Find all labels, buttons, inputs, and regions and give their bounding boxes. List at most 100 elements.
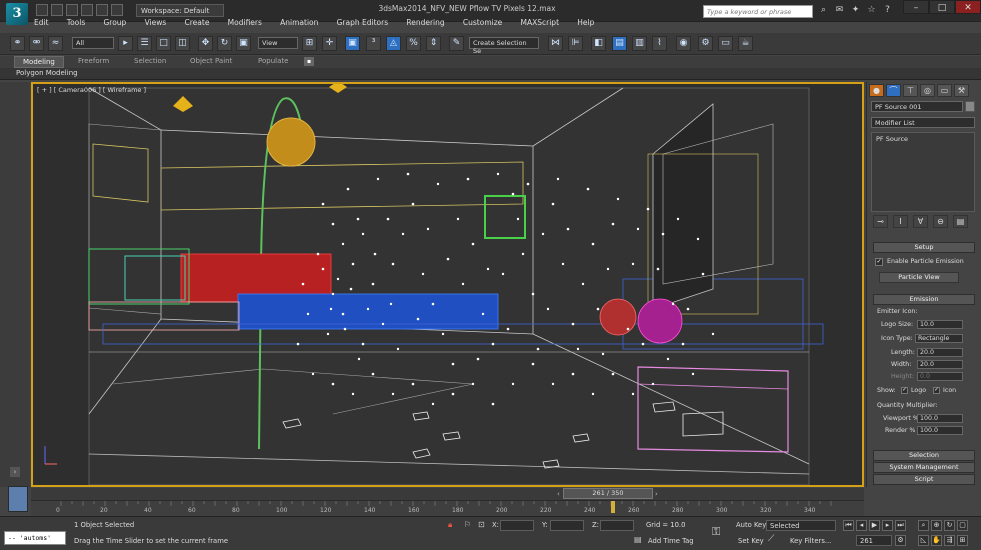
next-frame-icon[interactable]: ▸ <box>882 520 893 531</box>
menu-tools[interactable]: Tools <box>67 18 85 27</box>
menu-graph-editors[interactable]: Graph Editors <box>337 18 389 27</box>
menu-animation[interactable]: Animation <box>280 18 318 27</box>
mirror-icon[interactable]: ⋈ <box>548 36 563 51</box>
set-key-button[interactable]: Set Key <box>738 537 764 545</box>
render-pct-input[interactable]: 100.0 <box>917 426 963 435</box>
object-color-swatch[interactable] <box>965 101 975 112</box>
track-bar[interactable]: 0 20 40 60 80 100 120 140 160 180 200 220 240 260 280 3… <box>31 500 864 516</box>
menu-maxscript[interactable]: MAXScript <box>521 18 560 27</box>
undo-icon[interactable] <box>81 4 93 16</box>
tab-populate[interactable]: Populate <box>250 56 296 68</box>
zoom-all-icon[interactable]: ⊕ <box>931 520 942 531</box>
pivot-center-icon[interactable]: ⊞ <box>302 36 317 51</box>
rollout-system-management[interactable]: System Management <box>873 462 975 473</box>
ribbon-minimize-icon[interactable]: ▪ <box>304 57 314 66</box>
close-button[interactable]: ✕ <box>955 0 981 14</box>
remove-modifier-icon[interactable]: ⊖ <box>933 215 948 228</box>
render-setup-icon[interactable]: ⚙ <box>698 36 713 51</box>
angle-snap-icon[interactable]: ◬ <box>386 36 401 51</box>
project-folder-icon[interactable] <box>111 4 123 16</box>
z-coord-input[interactable] <box>600 520 634 531</box>
select-manipulate-icon[interactable]: ✛ <box>322 36 337 51</box>
material-editor-icon[interactable]: ◉ <box>676 36 691 51</box>
edit-named-selection-icon[interactable]: ✎ <box>449 36 464 51</box>
height-input[interactable]: 0.0 <box>917 372 963 381</box>
save-file-icon[interactable] <box>66 4 78 16</box>
open-file-icon[interactable] <box>51 4 63 16</box>
default-tangent-icon[interactable]: ⟋ <box>768 534 774 544</box>
make-unique-icon[interactable]: ∀ <box>913 215 928 228</box>
goto-end-icon[interactable]: ⏭ <box>895 520 906 531</box>
favorites-icon[interactable]: ☆ <box>866 5 877 16</box>
polygon-modeling-panel[interactable]: Polygon Modeling <box>16 69 78 77</box>
tab-object-paint[interactable]: Object Paint <box>182 56 240 68</box>
named-selection-dropdown[interactable]: Create Selection Se <box>469 37 539 55</box>
stack-item-pf-source[interactable]: PF Source <box>872 133 974 145</box>
maximize-viewport-icon[interactable]: ▢ <box>957 520 968 531</box>
auto-key-button[interactable]: Auto Key <box>736 521 766 529</box>
rotate-icon[interactable]: ↻ <box>217 36 232 51</box>
particle-view-button[interactable]: Particle View <box>879 272 959 283</box>
menu-edit[interactable]: Edit <box>34 18 49 27</box>
orbit-icon[interactable]: ↻ <box>944 520 955 531</box>
select-by-name-icon[interactable]: ☰ <box>137 36 152 51</box>
time-tag-icon[interactable]: ▤ <box>634 535 642 544</box>
maximize-button[interactable]: □ <box>929 0 955 14</box>
walk-through-icon[interactable]: ⇶ <box>944 535 955 546</box>
unlink-icon[interactable]: ⚮ <box>29 36 44 51</box>
current-frame-input[interactable]: 261 <box>856 535 892 546</box>
mini-curve-editor-icon[interactable] <box>8 486 28 512</box>
modify-panel-icon[interactable]: ⌒ <box>886 84 901 97</box>
maxscript-listener-field[interactable]: -- 'automs' <box>4 531 66 545</box>
utilities-panel-icon[interactable]: ⚒ <box>954 84 969 97</box>
tab-modeling[interactable]: Modeling <box>14 56 64 68</box>
rollout-script[interactable]: Script <box>873 474 975 485</box>
isolate-selection-icon[interactable]: ⚐ <box>464 520 471 529</box>
curve-editor-icon[interactable]: ⌇ <box>652 36 667 51</box>
time-configuration-icon[interactable]: ⚙ <box>895 535 906 546</box>
menu-modifiers[interactable]: Modifiers <box>228 18 262 27</box>
app-logo-icon[interactable]: 3 <box>6 3 28 25</box>
object-name-field[interactable]: PF Source 001 <box>871 101 963 112</box>
spinner-snap-icon[interactable]: ⇕ <box>426 36 441 51</box>
minimize-button[interactable]: – <box>903 0 929 14</box>
menu-views[interactable]: Views <box>145 18 167 27</box>
layer-manager-icon[interactable]: ◧ <box>591 36 606 51</box>
goto-start-icon[interactable]: ⏮ <box>843 520 854 531</box>
show-icon-checkbox[interactable]: ✓ <box>933 387 940 394</box>
keyboard-shortcut-icon[interactable]: ▣ <box>345 36 360 51</box>
help-icon[interactable]: ? <box>882 5 893 16</box>
menu-rendering[interactable]: Rendering <box>406 18 444 27</box>
rollout-setup[interactable]: Setup <box>873 242 975 253</box>
menu-create[interactable]: Create <box>185 18 210 27</box>
width-input[interactable]: 20.0 <box>917 360 963 369</box>
select-object-icon[interactable]: ▸ <box>118 36 133 51</box>
rendered-frame-window-icon[interactable]: ▭ <box>718 36 733 51</box>
rectangular-selection-icon[interactable]: □ <box>156 36 171 51</box>
tab-selection[interactable]: Selection <box>126 56 174 68</box>
rollout-emission[interactable]: Emission <box>873 294 975 305</box>
length-input[interactable]: 20.0 <box>917 348 963 357</box>
absolute-mode-icon[interactable]: ⊡ <box>478 520 485 529</box>
create-panel-icon[interactable]: ● <box>869 84 884 97</box>
viewport-label[interactable]: [ + ] [ Camera006 ] [ Wireframe ] <box>37 86 146 94</box>
tab-freeform[interactable]: Freeform <box>70 56 117 68</box>
communication-icon[interactable]: ✦ <box>850 5 861 16</box>
graphite-ribbon-icon[interactable]: ▥ <box>632 36 647 51</box>
y-coord-input[interactable] <box>550 520 584 531</box>
window-crossing-icon[interactable]: ◫ <box>175 36 190 51</box>
x-coord-input[interactable] <box>500 520 534 531</box>
rollout-selection[interactable]: Selection <box>873 450 975 461</box>
pin-stack-icon[interactable]: ⊸ <box>873 215 888 228</box>
selection-filter-dropdown[interactable]: All <box>72 37 114 49</box>
workspace-dropdown[interactable]: Workspace: Default <box>136 4 224 17</box>
menu-help[interactable]: Help <box>577 18 594 27</box>
ribbon-expand-icon[interactable]: › <box>10 467 20 477</box>
region-zoom-icon[interactable]: ⊞ <box>957 535 968 546</box>
percent-snap-icon[interactable]: % <box>406 36 421 51</box>
redo-icon[interactable] <box>96 4 108 16</box>
zoom-icon[interactable]: ⌕ <box>918 520 929 531</box>
show-logo-checkbox[interactable]: ✓ <box>901 387 908 394</box>
slider-prev-icon[interactable]: ‹ <box>557 490 560 498</box>
modifier-list-dropdown[interactable]: Modifier List <box>871 117 975 128</box>
